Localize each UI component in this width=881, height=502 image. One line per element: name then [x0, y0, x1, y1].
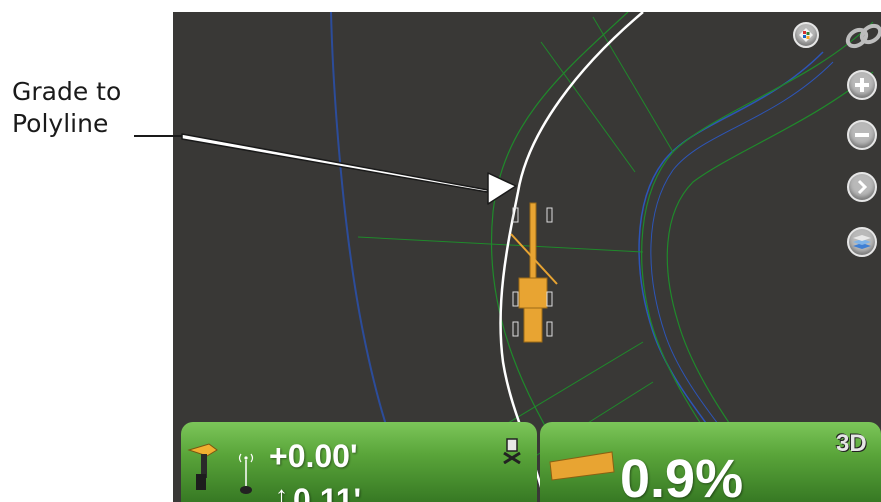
slope-panel[interactable]: 0.9% 3D	[540, 422, 881, 502]
zoom-out-button[interactable]	[847, 120, 877, 150]
link-button[interactable]	[843, 22, 881, 52]
cut-fill-arrow: ↑	[275, 480, 288, 502]
link-icon	[843, 23, 881, 56]
slope-blade-icon	[548, 448, 618, 489]
zoom-out-icon	[854, 127, 870, 143]
crosstie-4	[492, 341, 644, 433]
machine-icon	[510, 202, 558, 343]
crosstie-2	[592, 16, 674, 153]
cut-fill-value: 0.11'	[293, 482, 362, 502]
zoom-in-icon	[854, 77, 870, 93]
next-icon	[854, 179, 870, 195]
map-layers-button[interactable]	[847, 227, 877, 257]
elevation-panel[interactable]: +0.00' ↑ 0.11'	[181, 422, 537, 502]
next-button[interactable]	[847, 172, 877, 202]
machine-target-icon[interactable]	[502, 438, 522, 469]
elevation-offset-value: +0.00'	[269, 438, 358, 474]
layers-grid-button[interactable]	[793, 22, 819, 48]
map-layers-icon	[852, 234, 872, 250]
antenna-icon	[237, 450, 255, 502]
slope-value: 0.9%	[620, 449, 744, 502]
callout-label: Grade to Polyline	[12, 76, 121, 140]
zoom-in-button[interactable]	[847, 70, 877, 100]
layers-grid-icon	[798, 27, 814, 43]
crosstie-3	[357, 236, 644, 253]
map-view[interactable]: +0.00' ↑ 0.11' 0.9% 3D	[173, 12, 881, 502]
mode-3d-label[interactable]: 3D	[836, 430, 867, 458]
callout-line-1: Grade to	[12, 77, 122, 106]
callout-line-2: Polyline	[12, 109, 109, 138]
machine-tool-icon	[187, 440, 221, 497]
